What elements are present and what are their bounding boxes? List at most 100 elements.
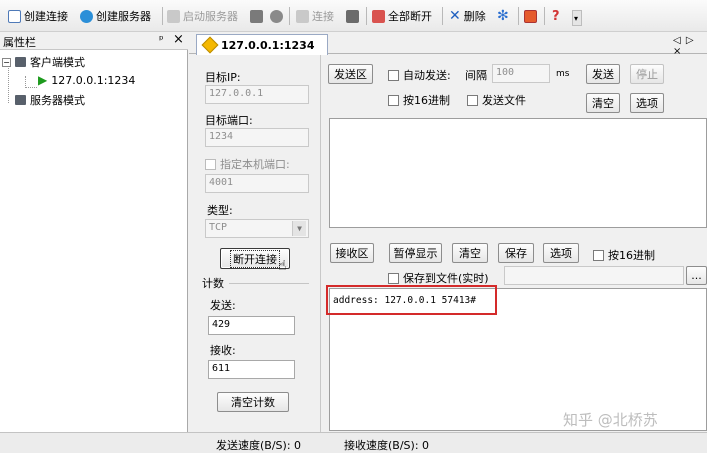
start-server-button[interactable]: 启动服务器 xyxy=(167,6,238,26)
close-icon[interactable]: × xyxy=(173,32,184,47)
type-select[interactable]: TCP ▼ xyxy=(205,219,309,238)
exit-button[interactable] xyxy=(524,6,537,26)
count-group-label: 计数 xyxy=(202,277,224,290)
toolbar-separator xyxy=(289,7,290,25)
delete-x-icon: ✕ xyxy=(449,8,461,24)
toolbar-overflow-button[interactable]: ▾ xyxy=(572,10,582,26)
save-to-file-checkbox[interactable]: 保存到文件(实时) xyxy=(388,270,489,286)
cursor-hand-icon: ☝ xyxy=(278,258,287,274)
recv-count-label: 接收: xyxy=(210,344,236,357)
create-connection-button[interactable]: 创建连接 xyxy=(8,6,68,26)
server-icon xyxy=(167,9,180,23)
send-hex-checkbox[interactable]: 按16进制 xyxy=(388,92,450,108)
tree-line xyxy=(25,87,37,88)
send-clear-button[interactable]: 清空 xyxy=(586,93,620,113)
checkbox-box xyxy=(467,94,478,106)
tree-item-client-mode[interactable]: − 客户端模式 xyxy=(2,54,85,70)
property-sidebar: 属性栏 ᵖ × − 客户端模式 ▶ 127.0.0.1:1234 服务器模式 xyxy=(0,32,188,432)
help-button[interactable]: ? xyxy=(552,6,560,26)
receive-clear-button[interactable]: 清空 xyxy=(452,243,488,263)
exit-icon xyxy=(524,9,537,23)
stop-button[interactable]: 停止 xyxy=(630,64,664,84)
watermark: 知乎 @北桥苏 xyxy=(563,411,658,429)
receive-options-button[interactable]: 选项 xyxy=(543,243,579,263)
local-port-checkbox[interactable]: 指定本机端口: xyxy=(205,156,290,172)
stop-icon xyxy=(270,9,283,23)
group-divider xyxy=(229,283,309,284)
toolbar-separator xyxy=(162,7,163,25)
main-toolbar: 创建连接 创建服务器 启动服务器 连接 全部断开 ✕ 删除 ✻ ? ▾ xyxy=(0,0,707,32)
chevron-down-icon: ▾ xyxy=(574,13,579,23)
connect-button[interactable]: 连接 xyxy=(296,6,334,26)
help-icon: ? xyxy=(552,8,560,24)
receive-area-button[interactable]: 接收区 xyxy=(330,243,374,263)
recv-count-field[interactable]: 611 xyxy=(208,360,295,379)
clear-count-button[interactable]: 清空计数 xyxy=(217,392,289,412)
computer-icon xyxy=(15,95,26,105)
tab-navigation[interactable]: ◁ ▷ × xyxy=(673,35,707,57)
send-options-button[interactable]: 选项 xyxy=(630,93,664,113)
checkbox-box xyxy=(205,158,216,170)
browse-button[interactable]: ... xyxy=(686,266,707,285)
delete-button[interactable]: ✕ 删除 xyxy=(449,6,486,26)
disconnect-icon-button[interactable] xyxy=(346,6,359,26)
send-file-checkbox[interactable]: 发送文件 xyxy=(467,92,526,108)
create-server-button[interactable]: 创建服务器 xyxy=(80,6,151,26)
new-doc-icon xyxy=(8,9,21,23)
auto-send-checkbox[interactable]: 自动发送: xyxy=(388,67,451,83)
tree-line xyxy=(8,65,9,103)
tree-item-client-connection[interactable]: ▶ 127.0.0.1:1234 xyxy=(38,73,135,87)
connection-settings-pane: 目标IP: 127.0.0.1 目标端口: 1234 指定本机端口: 4001 … xyxy=(189,55,321,432)
local-port-field[interactable]: 4001 xyxy=(205,174,309,193)
type-label: 类型: xyxy=(207,204,233,217)
settings-button[interactable]: ✻ xyxy=(497,6,509,26)
highlight-box xyxy=(326,285,497,315)
network-icon xyxy=(250,9,263,23)
send-speed: 发送速度(B/S): 0 xyxy=(216,439,302,452)
interval-unit: ms xyxy=(556,69,570,79)
checkbox-box xyxy=(388,272,399,284)
target-port-field[interactable]: 1234 xyxy=(205,128,309,147)
target-port-label: 目标端口: xyxy=(205,114,253,127)
save-button[interactable]: 保存 xyxy=(498,243,534,263)
checkbox-box xyxy=(388,69,399,81)
tree-item-server-mode[interactable]: 服务器模式 xyxy=(15,92,85,108)
save-file-path-field[interactable] xyxy=(504,266,684,285)
sidebar-title: 属性栏 xyxy=(3,36,36,49)
collapse-icon[interactable]: − xyxy=(2,57,11,67)
play-icon: ▶ xyxy=(38,73,48,87)
send-count-label: 发送: xyxy=(210,299,236,312)
send-button[interactable]: 发送 xyxy=(586,64,620,84)
connect-icon xyxy=(296,9,309,23)
recv-speed: 接收速度(B/S): 0 xyxy=(344,439,430,452)
checkbox-box xyxy=(388,94,399,106)
disconnect-all-icon xyxy=(372,9,385,23)
toolbar-separator xyxy=(366,7,367,25)
toolbar-separator xyxy=(518,7,519,25)
interval-label: 间隔 xyxy=(465,69,487,82)
receive-hex-checkbox[interactable]: 按16进制 xyxy=(593,247,655,263)
send-textarea[interactable] xyxy=(329,118,707,228)
status-bar: 发送速度(B/S): 0 接收速度(B/S): 0 xyxy=(0,432,707,453)
network-icon-button[interactable] xyxy=(250,6,263,26)
tab-connection[interactable]: 127.0.0.1:1234 xyxy=(196,34,328,55)
pin-icon[interactable]: ᵖ xyxy=(159,33,164,46)
pause-display-button[interactable]: 暂停显示 xyxy=(389,243,442,263)
send-area-button[interactable]: 发送区 xyxy=(328,64,373,84)
sidebar-header: 属性栏 ᵖ × xyxy=(0,32,188,50)
stop-icon-button[interactable] xyxy=(270,6,283,26)
chevron-down-icon: ▼ xyxy=(292,221,306,236)
disconnect-all-button[interactable]: 全部断开 xyxy=(372,6,432,26)
gear-icon: ✻ xyxy=(497,8,509,24)
interval-field[interactable]: 100 xyxy=(492,64,550,83)
computer-icon xyxy=(15,57,26,67)
target-ip-label: 目标IP: xyxy=(205,71,241,84)
send-count-field[interactable]: 429 xyxy=(208,316,295,335)
target-ip-field[interactable]: 127.0.0.1 xyxy=(205,85,309,104)
disconnect-icon xyxy=(346,9,359,23)
toolbar-separator xyxy=(544,7,545,25)
connection-icon xyxy=(201,36,219,54)
toolbar-separator xyxy=(442,7,443,25)
checkbox-box xyxy=(593,249,604,261)
globe-icon xyxy=(80,9,93,23)
